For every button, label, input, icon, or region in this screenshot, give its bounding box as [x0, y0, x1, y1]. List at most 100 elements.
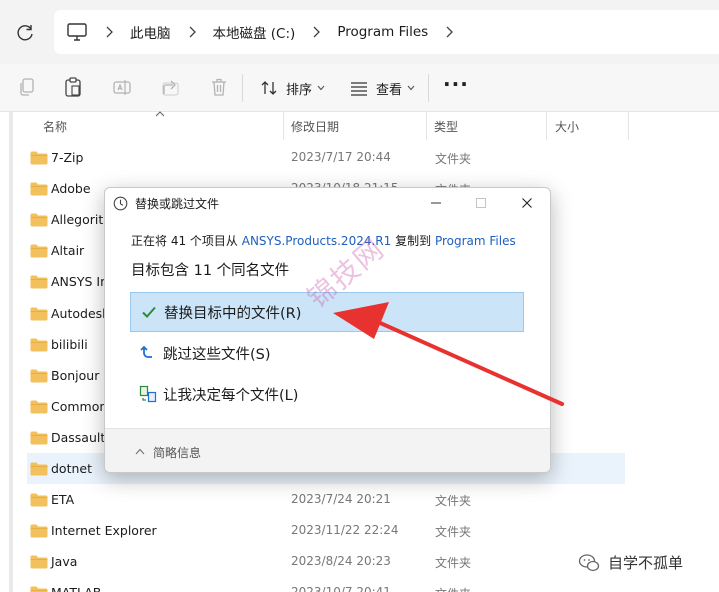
dialog-title: 替换或跳过文件 — [135, 197, 220, 211]
replace-files-label: 替换目标中的文件(R) — [164, 305, 302, 322]
computer-icon — [67, 23, 87, 41]
decide-each-option[interactable]: 让我决定每个文件(L) — [130, 374, 524, 414]
column-type[interactable]: 类型 — [434, 118, 458, 135]
file-row[interactable]: MATLAB 2023/10/7 20:41 文件夹 — [27, 577, 625, 592]
file-row[interactable]: 7-Zip 2023/7/17 20:44 文件夹 — [27, 142, 625, 173]
compare-files-icon — [139, 385, 157, 403]
wechat-icon — [578, 553, 600, 571]
folder-icon — [30, 524, 48, 538]
view-button[interactable]: 查看 — [350, 74, 415, 102]
column-header: 名称 修改日期 类型 大小 — [0, 111, 719, 140]
checkmark-icon — [142, 306, 156, 318]
column-modified[interactable]: 修改日期 — [291, 118, 339, 135]
file-name: Common — [51, 398, 108, 414]
file-modified: 2023/11/22 22:24 — [291, 523, 399, 538]
dialog-titlebar[interactable]: 替换或跳过文件 — [105, 188, 550, 218]
sort-up-icon — [155, 111, 165, 117]
more-options-button[interactable]: ··· — [443, 74, 469, 94]
folder-icon — [30, 400, 48, 414]
file-modified: 2023/7/17 20:44 — [291, 150, 391, 164]
skip-files-option[interactable]: 跳过这些文件(S) — [130, 333, 524, 373]
copy-status-text: 正在将 41 个项目从 ANSYS.Products.2024.R1 复制到 P… — [131, 232, 516, 249]
command-bar: 排序 查看 — [0, 64, 719, 112]
copy-icon[interactable] — [17, 76, 37, 98]
destination-folder-link[interactable]: Program Files — [435, 234, 516, 248]
file-modified: 2023/8/24 20:23 — [291, 554, 391, 569]
address-bar: 此电脑 本地磁盘 (C:) Program Files — [0, 0, 719, 64]
rename-icon[interactable] — [112, 76, 132, 98]
file-row[interactable]: Java 2023/8/24 20:23 文件夹 — [27, 546, 625, 577]
column-divider[interactable] — [426, 112, 427, 140]
minimize-icon[interactable] — [429, 196, 443, 210]
toolbar-separator — [428, 74, 429, 102]
column-divider[interactable] — [283, 112, 284, 140]
maximize-icon — [476, 198, 486, 208]
copy-status-mid: 复制到 — [395, 234, 432, 248]
folder-icon — [30, 493, 48, 507]
file-name: Adobe — [51, 181, 91, 197]
chevron-right-icon — [189, 26, 196, 38]
chevron-down-icon — [407, 85, 415, 91]
column-divider[interactable] — [628, 112, 629, 140]
folder-icon — [30, 182, 48, 196]
file-modified: 2023/7/24 20:21 — [291, 492, 391, 507]
file-type: 文件夹 — [435, 585, 471, 592]
file-name: Dassault — [51, 429, 106, 445]
view-label: 查看 — [376, 82, 403, 98]
folder-icon — [30, 369, 48, 383]
breadcrumb-this-pc[interactable]: 此电脑 — [130, 22, 171, 42]
column-divider[interactable] — [546, 112, 547, 140]
clock-icon — [113, 196, 128, 211]
column-name[interactable]: 名称 — [43, 118, 67, 135]
folder-icon — [30, 431, 48, 445]
chevron-up-icon — [135, 448, 145, 455]
delete-icon[interactable] — [209, 76, 229, 98]
file-type: 文件夹 — [435, 556, 472, 571]
breadcrumb[interactable]: 此电脑 本地磁盘 (C:) Program Files — [54, 10, 719, 54]
file-name: Allegorith — [51, 212, 112, 228]
folder-icon — [30, 213, 48, 227]
copy-status-prefix: 正在将 41 个项目从 — [131, 234, 238, 248]
sort-icon — [261, 81, 277, 95]
file-explorer-window: 此电脑 本地磁盘 (C:) Program Files 排序 查看 ··· 名称… — [0, 0, 719, 592]
file-row[interactable]: Internet Explorer 2023/11/22 22:24 文件夹 — [27, 515, 625, 546]
chevron-right-icon — [106, 26, 113, 38]
file-name: Altair — [51, 243, 85, 259]
file-name: bilibili — [51, 336, 88, 352]
folder-icon — [30, 586, 48, 592]
chevron-right-icon — [313, 26, 321, 38]
folder-icon — [30, 244, 48, 258]
toolbar-separator — [242, 74, 243, 102]
file-type: 文件夹 — [435, 152, 472, 166]
scrollbar-edge[interactable] — [9, 112, 13, 592]
breadcrumb-local-disk[interactable]: 本地磁盘 (C:) — [213, 22, 296, 42]
file-name: 7-Zip — [51, 150, 84, 165]
details-toggle[interactable]: 简略信息 — [105, 428, 550, 472]
file-row[interactable]: ETA 2023/7/24 20:21 文件夹 — [27, 484, 625, 515]
sort-label: 排序 — [286, 82, 313, 98]
conflict-count-text: 目标包含 11 个同名文件 — [131, 263, 290, 279]
paste-icon[interactable] — [63, 76, 83, 98]
column-size[interactable]: 大小 — [555, 118, 579, 135]
close-icon[interactable] — [520, 196, 534, 210]
replace-or-skip-dialog: 替换或跳过文件 正在将 41 个项目从 ANSYS.Products.2024.… — [104, 187, 551, 473]
file-name: Bonjour — [51, 367, 100, 383]
sort-button[interactable]: 排序 — [260, 74, 325, 102]
file-name: ANSYS In — [51, 274, 108, 290]
wechat-signature: 自学不孤单 — [578, 552, 683, 573]
details-label: 简略信息 — [153, 446, 202, 460]
file-name: MATLAB — [51, 585, 101, 592]
folder-icon — [30, 462, 48, 476]
file-name: Internet Explorer — [51, 523, 157, 539]
decide-each-label: 让我决定每个文件(L) — [163, 387, 299, 404]
folder-icon — [30, 151, 48, 165]
folder-icon — [30, 555, 48, 569]
folder-icon — [30, 338, 48, 352]
refresh-icon[interactable] — [14, 22, 36, 44]
skip-arrow-icon — [140, 345, 152, 358]
file-type: 文件夹 — [435, 494, 472, 509]
share-icon[interactable] — [161, 76, 181, 98]
breadcrumb-program-files[interactable]: Program Files — [337, 24, 428, 40]
chevron-right-icon[interactable] — [444, 26, 454, 38]
folder-icon — [30, 307, 48, 320]
